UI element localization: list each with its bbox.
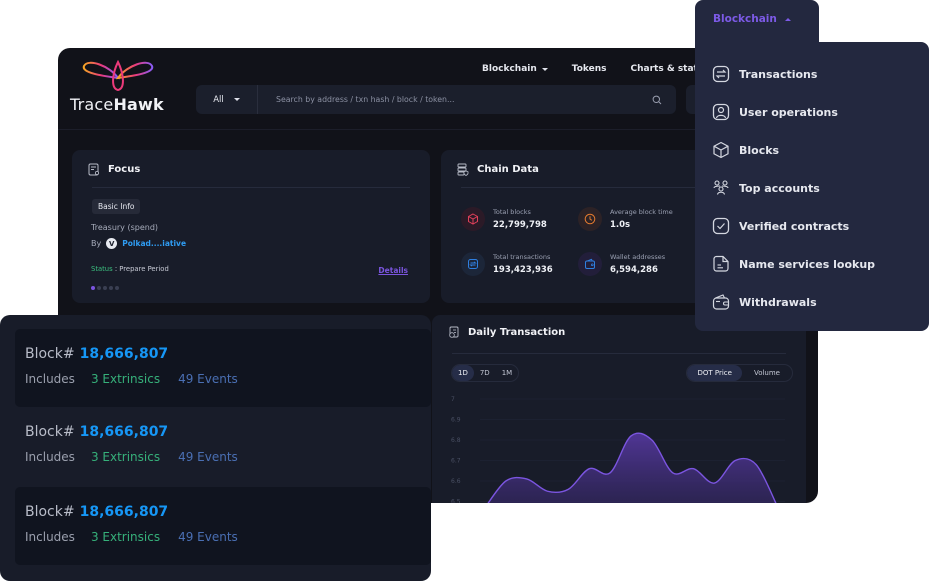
stat-total-blocks: Total blocks 22,799,798 — [461, 207, 547, 231]
y-tick-label: 7 — [451, 396, 455, 403]
details-link[interactable]: Details — [378, 266, 408, 275]
transfer-icon — [461, 252, 485, 276]
stat-total-transactions: Total transactions 193,423,936 — [461, 252, 553, 276]
menu-item-user-operations[interactable]: User operations — [712, 103, 838, 121]
y-tick-label: 6.7 — [451, 458, 461, 465]
search-bar: All — [196, 85, 676, 114]
nav-blockchain[interactable]: Blockchain — [482, 64, 548, 74]
block-number-link[interactable]: 18,666,807 — [80, 424, 169, 440]
search-input[interactable] — [258, 95, 646, 104]
proposal-name: Treasury (spend) — [91, 223, 159, 232]
metric-tabs: DOT Price Volume — [686, 364, 793, 382]
tab-1m[interactable]: 1M — [496, 365, 518, 381]
proposal-status: Status : Prepare Period — [91, 265, 169, 273]
y-tick-label: 6.5 — [451, 499, 461, 504]
events-link[interactable]: 49 Events — [178, 450, 238, 464]
avatar: V — [106, 238, 118, 249]
tab-volume[interactable]: Volume — [742, 365, 792, 381]
block-row[interactable]: Block# 18,666,807 Includes 3 Extrinsics 49 … — [15, 329, 431, 407]
area-fill — [488, 433, 776, 503]
block-row[interactable]: Block# 18,666,807 Includes 3 Extrinsics 49 … — [15, 487, 431, 565]
carousel-dot[interactable] — [97, 286, 101, 290]
document-icon — [713, 255, 729, 272]
menu-item-withdrawals[interactable]: Withdrawals — [712, 293, 817, 311]
divider — [452, 353, 786, 354]
stat-wallet-addresses: Wallet addresses 6,594,286 — [578, 252, 665, 276]
divider — [92, 187, 410, 188]
basic-info-badge: Basic Info — [92, 199, 141, 214]
chart-document-icon — [449, 326, 459, 338]
y-tick-label: 6.8 — [451, 437, 461, 444]
tab-dot-price[interactable]: DOT Price — [687, 365, 742, 381]
menu-item-verified-contracts[interactable]: Verified contracts — [712, 217, 849, 235]
chevron-down-icon — [233, 98, 240, 101]
cube-icon — [461, 207, 485, 231]
tab-1d[interactable]: 1D — [452, 365, 474, 381]
menu-item-top-accounts[interactable]: Top accounts — [712, 179, 820, 197]
block-number-link[interactable]: 18,666,807 — [80, 346, 169, 362]
wallet-icon — [712, 294, 730, 310]
brand-name: TraceHawk — [70, 95, 164, 114]
transfer-icon — [712, 65, 730, 83]
price-area-chart: 7 6.9 6.8 6.7 6.6 6.5 — [451, 396, 785, 504]
clock-icon — [578, 207, 602, 231]
daily-transaction-card: Daily Transaction 1D 7D 1M DOT Price Vol… — [432, 315, 806, 503]
y-tick-label: 6.6 — [451, 478, 461, 485]
carousel-dot[interactable] — [103, 286, 107, 290]
chain-data-title: Chain Data — [457, 163, 539, 176]
accounts-icon — [713, 180, 729, 195]
events-link[interactable]: 49 Events — [178, 372, 238, 386]
logo[interactable]: TraceHawk — [70, 60, 170, 120]
author-link[interactable]: Polkad....iative — [122, 239, 186, 248]
chevron-up-icon — [784, 17, 791, 21]
carousel-dot[interactable] — [115, 286, 119, 290]
blockchain-dropdown-trigger[interactable]: Blockchain — [695, 0, 819, 44]
extrinsics-link[interactable]: 3 Extrinsics — [91, 530, 160, 544]
blockchain-dropdown-menu: Transactions User operations Blocks Top … — [695, 42, 929, 331]
top-nav: Blockchain Tokens Charts & stats — [482, 64, 727, 74]
menu-item-blocks[interactable]: Blocks — [712, 141, 779, 159]
stat-average-block-time: Average block time 1.0s — [578, 207, 673, 231]
server-shield-icon — [457, 163, 469, 176]
tab-7d[interactable]: 7D — [474, 365, 496, 381]
carousel-dot[interactable] — [91, 286, 95, 290]
focus-card: Focus Basic Info Treasury (spend) By V P… — [72, 150, 430, 303]
document-eye-icon — [88, 163, 100, 176]
carousel-dot[interactable] — [109, 286, 113, 290]
daily-transaction-title: Daily Transaction — [448, 326, 565, 339]
nav-charts-stats[interactable]: Charts & stats — [631, 64, 704, 74]
y-tick-label: 6.9 — [451, 417, 461, 424]
hawk-logo-icon — [82, 60, 154, 92]
range-tabs: 1D 7D 1M — [451, 364, 520, 382]
wallet-icon — [578, 252, 602, 276]
carousel-dots — [91, 286, 119, 290]
latest-blocks-panel: Block# 18,666,807 Includes 3 Extrinsics 49 … — [0, 315, 431, 581]
search-filter-select[interactable]: All — [196, 85, 258, 114]
menu-item-transactions[interactable]: Transactions — [712, 65, 817, 83]
search-icon[interactable] — [646, 95, 668, 105]
nav-tokens[interactable]: Tokens — [572, 64, 607, 74]
cube-icon — [713, 141, 729, 159]
focus-title: Focus — [88, 163, 140, 176]
verified-check-icon — [712, 217, 730, 235]
block-number-link[interactable]: 18,666,807 — [80, 504, 169, 520]
chevron-down-icon — [541, 67, 548, 71]
extrinsics-link[interactable]: 3 Extrinsics — [91, 450, 160, 464]
events-link[interactable]: 49 Events — [178, 530, 238, 544]
block-row[interactable]: Block# 18,666,807 Includes 3 Extrinsics 49 … — [15, 407, 431, 485]
menu-item-name-services-lookup[interactable]: Name services lookup — [712, 255, 875, 273]
proposal-author: By V Polkad....iative — [91, 238, 187, 249]
extrinsics-link[interactable]: 3 Extrinsics — [91, 372, 160, 386]
user-icon — [712, 103, 730, 121]
